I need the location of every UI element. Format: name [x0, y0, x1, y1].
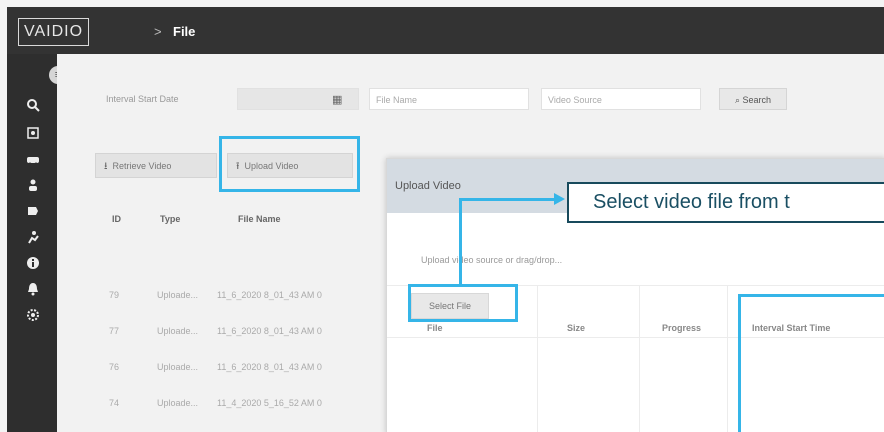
- top-bar: VAIDIO > File: [7, 7, 884, 54]
- search-icon: ⌕: [734, 95, 740, 105]
- table-row[interactable]: 77 Uploade... 11_6_2020 8_01_43 AM 0: [57, 312, 387, 348]
- breadcrumb-current: File: [173, 24, 196, 39]
- column-header-id[interactable]: ID: [112, 214, 121, 224]
- retrieve-video-label: Retrieve Video: [112, 161, 172, 171]
- callout-connector: [459, 198, 462, 286]
- file-name-input[interactable]: File Name: [369, 88, 529, 110]
- breadcrumb-separator: >: [154, 24, 162, 39]
- sidebar: [7, 54, 57, 432]
- dialog-column-file: File: [427, 323, 443, 333]
- row-file-name: 11_4_2020 5_16_52 AM 0: [217, 398, 322, 408]
- table-row[interactable]: 79 Uploade... 11_6_2020 8_01_43 AM 0: [57, 276, 387, 312]
- interval-start-label: Interval Start Date: [106, 94, 179, 104]
- row-file-name: 11_6_2020 8_01_43 AM 0: [217, 362, 322, 372]
- row-type: Uploade...: [157, 362, 199, 372]
- callout-connector: [459, 198, 555, 201]
- table-row[interactable]: 74 Uploade... 11_4_2020 5_16_52 AM 0: [57, 384, 387, 420]
- settings-icon[interactable]: [24, 308, 42, 326]
- object-icon[interactable]: [24, 204, 42, 222]
- callout-arrow-icon: [554, 193, 565, 205]
- vehicle-icon[interactable]: [24, 152, 42, 170]
- upload-video-highlight: [219, 136, 360, 192]
- dialog-column-size: Size: [567, 323, 586, 333]
- row-file-name: 11_6_2020 8_01_43 AM 0: [217, 290, 322, 300]
- alert-icon[interactable]: [24, 282, 42, 300]
- search-button[interactable]: ⌕ Search: [719, 88, 787, 110]
- search-icon[interactable]: [24, 98, 42, 116]
- interval-column-highlight: [738, 294, 884, 432]
- row-type: Uploade...: [157, 326, 199, 336]
- column-divider: [537, 285, 538, 432]
- table-row[interactable]: 76 Uploade... 11_6_2020 8_01_43 AM 0: [57, 348, 387, 384]
- video-source-input[interactable]: Video Source: [541, 88, 701, 110]
- app-window: VAIDIO > File ≡: [0, 0, 884, 432]
- row-id: 79: [109, 290, 120, 300]
- row-file-name: 11_6_2020 8_01_43 AM 0: [217, 326, 322, 336]
- activity-icon[interactable]: [24, 230, 42, 248]
- upload-hint: Upload video source or drag/drop...: [421, 255, 563, 265]
- row-id: 74: [109, 398, 120, 408]
- select-file-highlight: [408, 284, 518, 322]
- row-type: Uploade...: [157, 398, 199, 408]
- app-logo[interactable]: VAIDIO: [18, 18, 90, 46]
- column-header-file-name[interactable]: File Name: [238, 214, 281, 224]
- column-divider: [639, 285, 640, 432]
- row-type: Uploade...: [157, 290, 199, 300]
- search-button-label: Search: [742, 95, 772, 105]
- dialog-column-progress: Progress: [662, 323, 702, 333]
- row-id: 76: [109, 362, 120, 372]
- row-id: 77: [109, 326, 120, 336]
- info-icon[interactable]: [24, 256, 42, 274]
- person-icon[interactable]: [24, 178, 42, 196]
- column-header-type[interactable]: Type: [160, 214, 180, 224]
- retrieve-video-button[interactable]: ⭳ Retrieve Video: [95, 153, 217, 178]
- instruction-callout: Select video file from t: [567, 182, 884, 223]
- face-icon[interactable]: [24, 126, 42, 144]
- download-icon: ⭳: [104, 161, 108, 172]
- column-divider: [727, 285, 728, 432]
- calendar-icon[interactable]: ▦: [332, 93, 342, 106]
- dialog-title: Upload Video: [395, 180, 461, 192]
